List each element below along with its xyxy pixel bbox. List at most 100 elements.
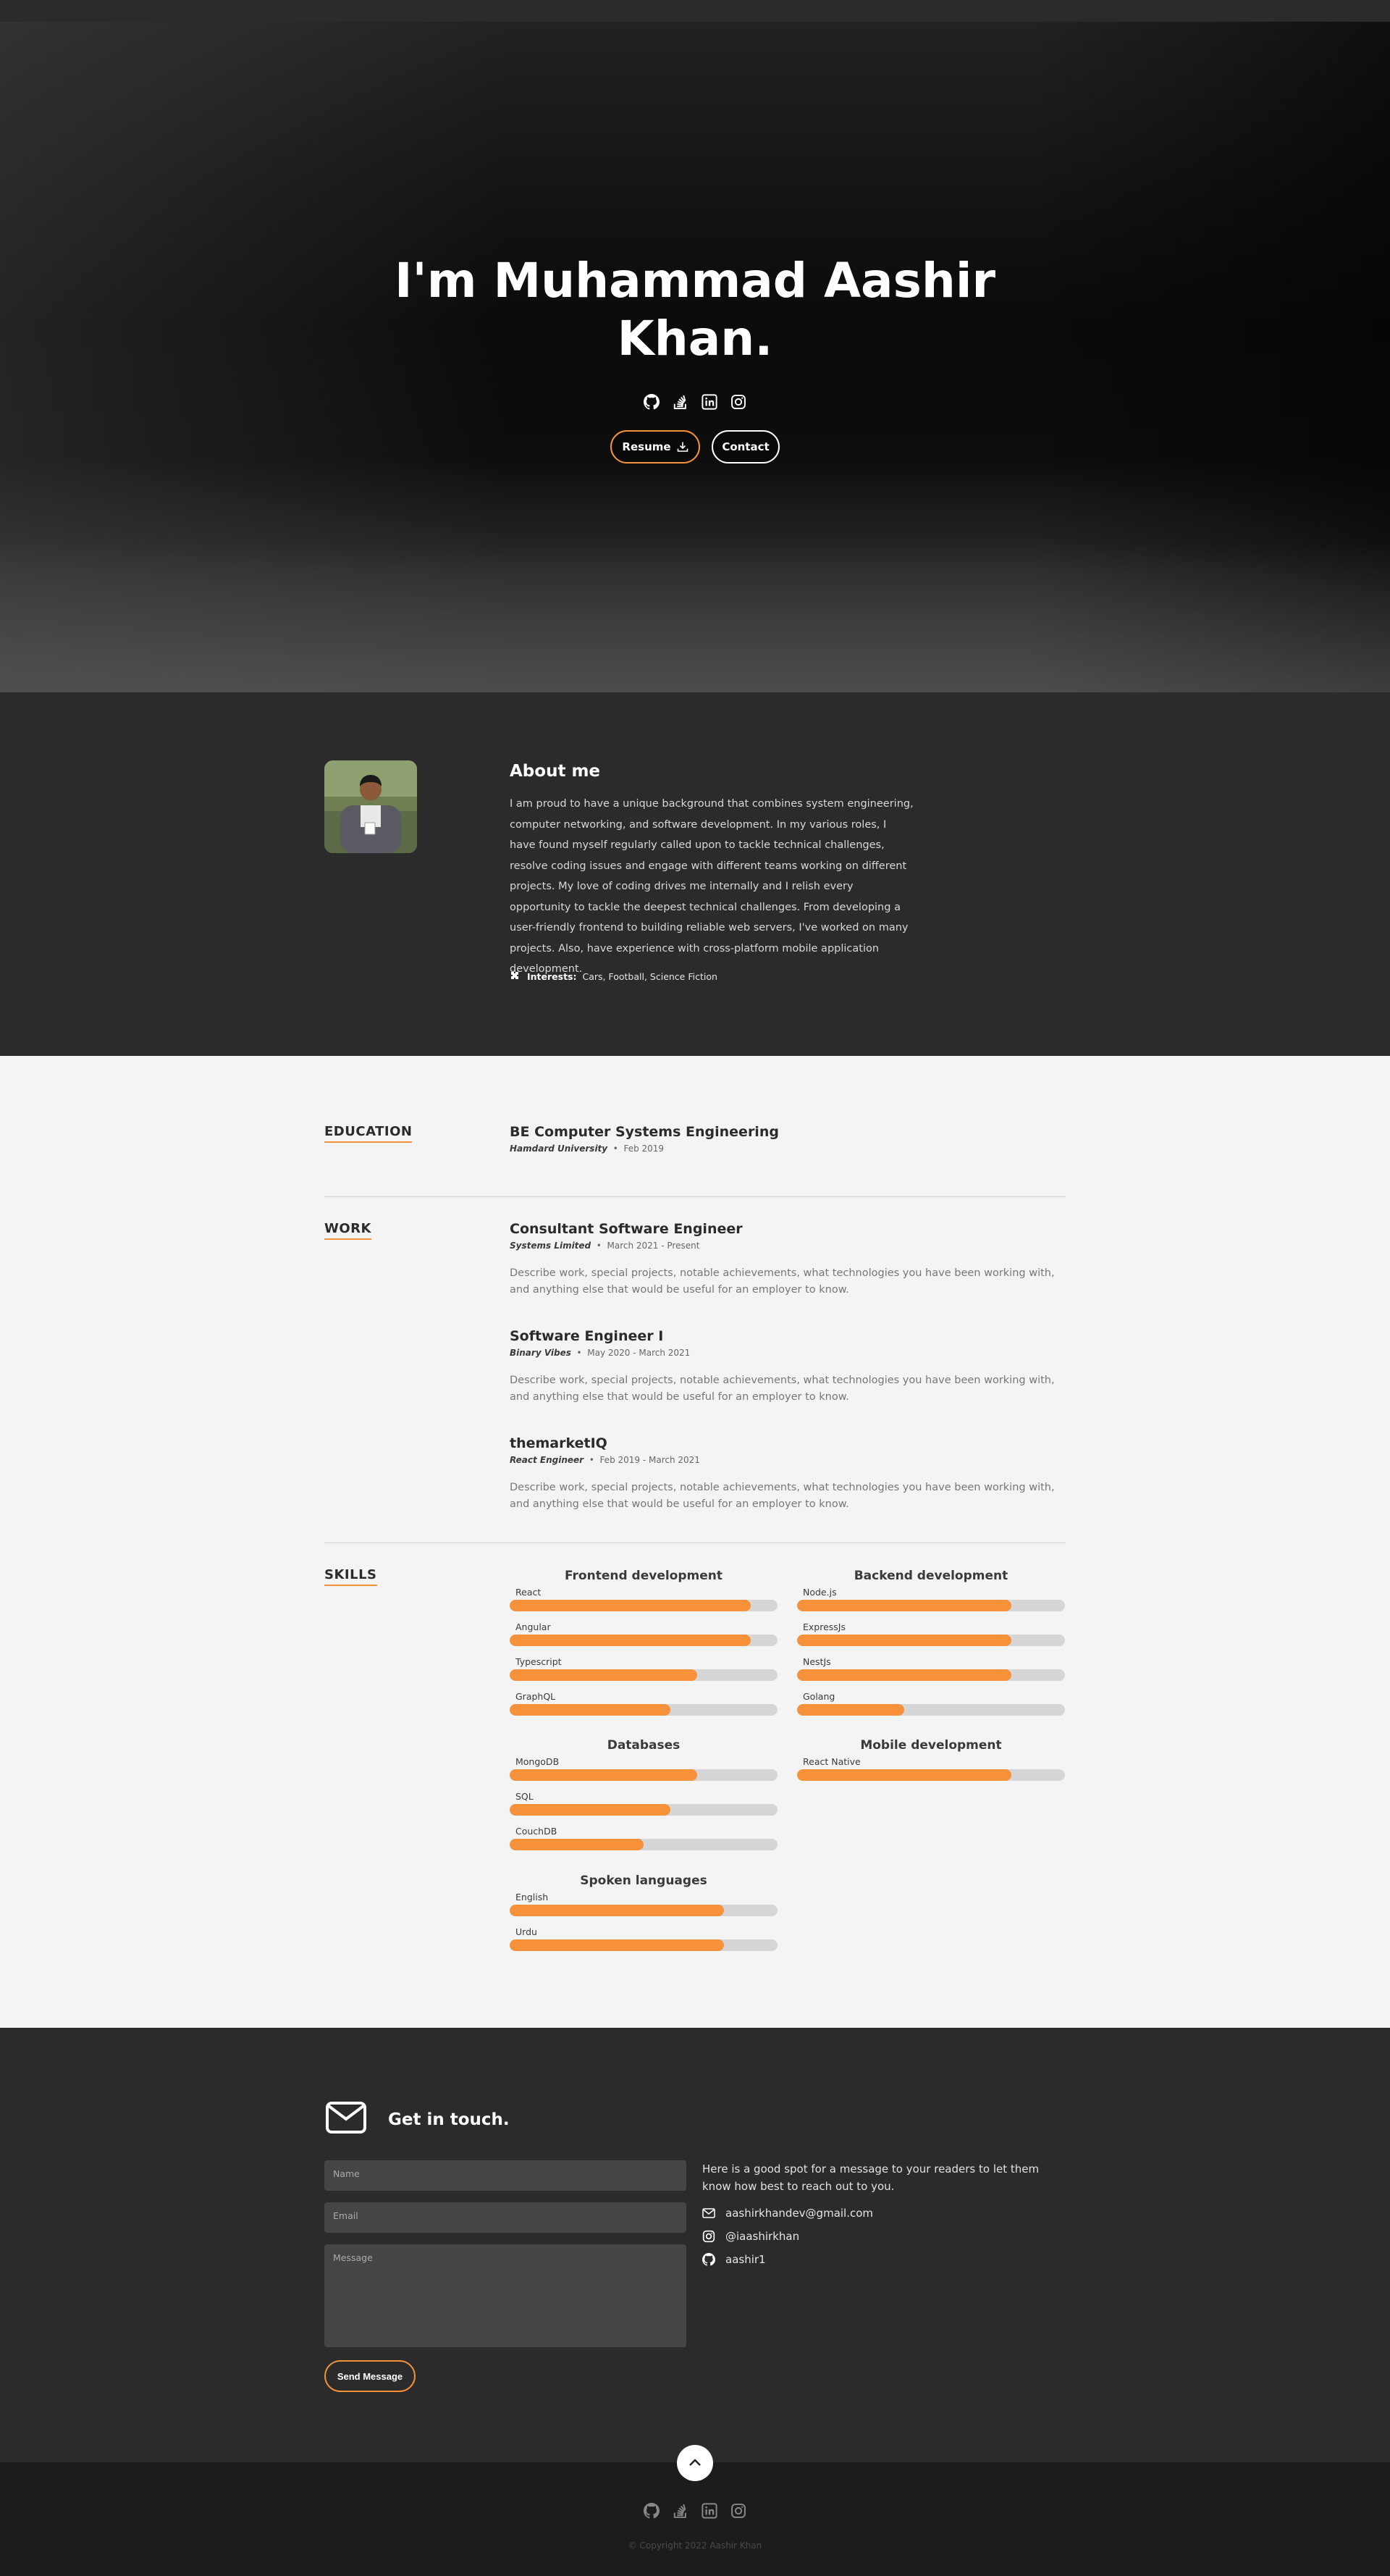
- education-meta: Hamdard University • Feb 2019: [510, 1144, 665, 1154]
- skill-bar: ExpressJs: [797, 1621, 1065, 1654]
- divider: [324, 1196, 1066, 1197]
- skill-fill: [510, 1804, 670, 1816]
- skill-bar: Node.js: [797, 1587, 1065, 1619]
- skill-group-title: Backend development: [854, 1569, 1008, 1583]
- skill-group-title: Mobile development: [860, 1738, 1002, 1753]
- skill-name: Node.js: [803, 1587, 837, 1598]
- github-icon[interactable]: [642, 2501, 661, 2520]
- contact-github[interactable]: aashir1: [702, 2253, 766, 2266]
- work-entry: Software Engineer I Binary Vibes • May 2…: [510, 1328, 1066, 1406]
- skill-group: Databases MongoDB SQL CouchDB: [510, 1738, 778, 1858]
- envelope-icon: [702, 2208, 715, 2218]
- skill-fill: [510, 1704, 670, 1716]
- interests-label: Interests:: [527, 970, 577, 982]
- interests-value: Cars, Football, Science Fiction: [582, 970, 717, 982]
- skill-fill: [797, 1635, 1011, 1646]
- contact-button[interactable]: Contact: [712, 430, 780, 463]
- skill-track: [797, 1600, 1065, 1611]
- job-description: Describe work, special projects, notable…: [510, 1267, 1055, 1296]
- about-text: I am proud to have a unique background t…: [510, 798, 914, 975]
- skill-group-title: Databases: [607, 1738, 681, 1753]
- skill-track: [797, 1769, 1065, 1781]
- skill-track: [510, 1804, 778, 1816]
- linkedin-icon[interactable]: [700, 2501, 719, 2520]
- work-entry: Consultant Software Engineer Systems Lim…: [510, 1221, 1066, 1299]
- github-icon[interactable]: [642, 393, 661, 411]
- skill-name: GraphQL: [515, 1691, 556, 1702]
- hero-section: I'm Muhammad Aashir Khan. Resume Contact: [0, 22, 1390, 692]
- skill-fill: [510, 1635, 751, 1646]
- work-label: WORK: [324, 1221, 371, 1240]
- stackoverflow-icon[interactable]: [671, 393, 690, 411]
- resume-section: EDUCATION BE Computer Systems Engineerin…: [0, 1056, 1390, 2028]
- skill-fill: [797, 1704, 904, 1716]
- mail-icon: [326, 2102, 366, 2134]
- download-icon: [677, 442, 688, 452]
- message-textarea[interactable]: Message: [324, 2244, 686, 2347]
- contact-email-text: aashirkhandev@gmail.com: [725, 2207, 874, 2220]
- skill-group: Spoken languages English Urdu: [510, 1874, 778, 1959]
- contact-email[interactable]: aashirkhandev@gmail.com: [702, 2207, 873, 2220]
- skill-name: Angular: [515, 1621, 551, 1632]
- skill-name: React: [515, 1587, 542, 1598]
- footer: © Copyright 2022 Aashir Khan: [0, 2445, 1390, 2576]
- education-title: BE Computer Systems Engineering: [510, 1124, 779, 1140]
- education-entry: BE Computer Systems Engineering Hamdard …: [510, 1124, 1066, 1154]
- skill-name: CouchDB: [515, 1826, 557, 1837]
- contact-instagram[interactable]: @iaashirkhan: [702, 2230, 799, 2243]
- skill-track: [510, 1669, 778, 1681]
- skill-fill: [797, 1669, 1011, 1681]
- resume-button-label: Resume: [622, 440, 671, 453]
- skill-group-title: Frontend development: [565, 1569, 723, 1583]
- instagram-icon[interactable]: [729, 2501, 748, 2520]
- contact-github-text: aashir1: [725, 2253, 766, 2266]
- avatar: [324, 760, 417, 853]
- skill-bar: NestJs: [797, 1656, 1065, 1689]
- stackoverflow-icon[interactable]: [671, 2501, 690, 2520]
- skill-track: [510, 1600, 778, 1611]
- skill-fill: [797, 1769, 1011, 1781]
- skill-track: [510, 1905, 778, 1916]
- hero-title: I'm Muhammad Aashir Khan.: [394, 253, 996, 366]
- puzzle-icon: [511, 972, 518, 979]
- job-description: Describe work, special projects, notable…: [510, 1375, 1055, 1403]
- scroll-to-top-button[interactable]: [677, 2445, 713, 2481]
- contact-title: Get in touch.: [388, 2110, 510, 2129]
- work-entry: themarketIQ React Engineer • Feb 2019 - …: [510, 1435, 1066, 1513]
- skill-bar: SQL: [510, 1791, 778, 1824]
- job-meta: React Engineer • Feb 2019 - March 2021: [510, 1455, 700, 1465]
- skill-fill: [510, 1600, 751, 1611]
- resume-button[interactable]: Resume: [610, 430, 700, 463]
- email-input[interactable]: Email: [324, 2202, 686, 2233]
- instagram-icon[interactable]: [729, 393, 748, 411]
- skills-label: SKILLS: [324, 1567, 377, 1586]
- skill-bar: CouchDB: [510, 1826, 778, 1858]
- job-title: Software Engineer I: [510, 1328, 664, 1344]
- skill-fill: [510, 1939, 724, 1951]
- skill-fill: [510, 1669, 697, 1681]
- skill-track: [510, 1635, 778, 1646]
- copyright: © Copyright 2022 Aashir Khan: [628, 2541, 762, 2551]
- contact-message: Here is a good spot for a message to you…: [702, 2162, 1040, 2193]
- skill-name: SQL: [515, 1791, 534, 1802]
- skill-name: React Native: [803, 1756, 861, 1767]
- skill-bar: Golang: [797, 1691, 1065, 1724]
- chevron-up-icon: [689, 2459, 701, 2466]
- skill-bar: MongoDB: [510, 1756, 778, 1789]
- footer-social-links: [0, 2501, 1390, 2520]
- name-input[interactable]: Name: [324, 2160, 686, 2191]
- skill-name: ExpressJs: [803, 1621, 846, 1632]
- interests: Interests: Cars, Football, Science Ficti…: [510, 970, 717, 982]
- github-icon: [702, 2253, 715, 2266]
- instagram-icon: [702, 2230, 715, 2243]
- skill-name: Typescript: [515, 1656, 562, 1667]
- skill-fill: [797, 1600, 1011, 1611]
- linkedin-icon[interactable]: [700, 393, 719, 411]
- skill-bar: React Native: [797, 1756, 1065, 1789]
- send-message-button[interactable]: Send Message: [324, 2360, 416, 2392]
- skill-track: [510, 1769, 778, 1781]
- about-title: About me: [510, 762, 601, 781]
- hero-social-links: [0, 393, 1390, 411]
- skill-group: Backend development Node.js ExpressJs Nest…: [797, 1569, 1065, 1724]
- skill-name: MongoDB: [515, 1756, 560, 1767]
